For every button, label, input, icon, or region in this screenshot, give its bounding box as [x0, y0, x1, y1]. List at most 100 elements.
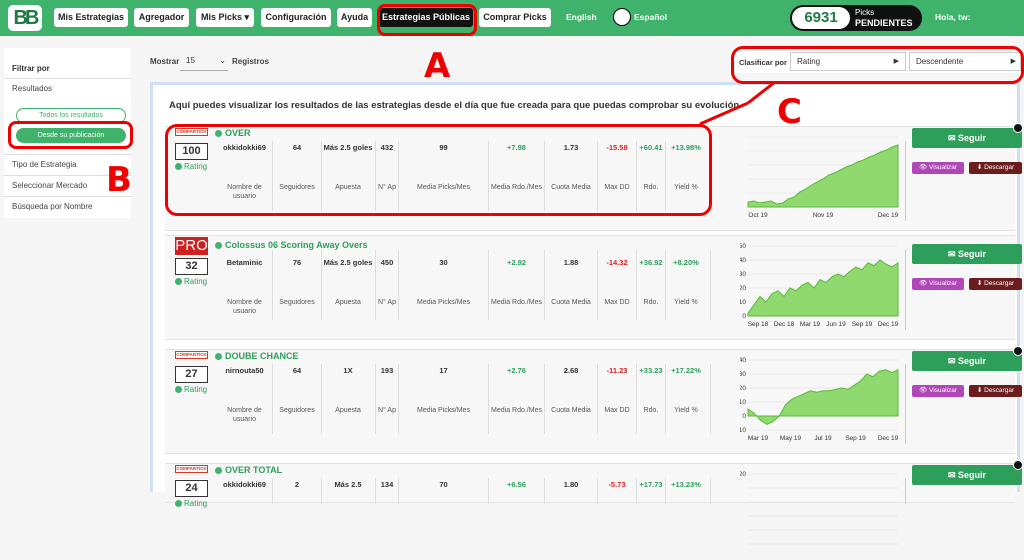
annotation-letter-a: A [424, 46, 451, 86]
chart-x-tick: Nov 19 [813, 212, 834, 219]
header-media-rdo: Media Rdo./Mes [491, 407, 542, 414]
nav-configuracion[interactable]: Configuración [261, 8, 331, 27]
column-divider [597, 478, 598, 504]
strategy-title[interactable]: Colossus 06 Scoring Away Overs [215, 240, 368, 250]
chart-x-tick: Mar 19 [748, 435, 769, 442]
descargar-button[interactable]: ⬇ Descargar [969, 278, 1022, 290]
column-divider [665, 478, 666, 504]
rating-label: Rating [175, 499, 207, 508]
cell-rdo_mes: +2.76 [507, 366, 526, 375]
annotation-box-strategy [165, 124, 712, 216]
user-greeting[interactable]: Hola, tw: [935, 12, 970, 22]
column-divider [544, 364, 545, 434]
check-icon [1013, 460, 1023, 470]
chart-x-tick: Dec 19 [878, 212, 899, 219]
chart-y-tick: -10 [740, 427, 746, 434]
chart-area-series [747, 144, 899, 208]
cell-yield: +13.23% [671, 480, 701, 489]
cell-rdo: +36.92 [639, 258, 663, 267]
cell-rdo_mes: +6.56 [507, 480, 526, 489]
header-max-dd: Max DD [604, 299, 630, 306]
chart-y-tick: 50 [740, 243, 746, 250]
strategy-card: COMPARTICK DOUBE CHANCE 27 Rating nirnouta50… [165, 346, 1023, 454]
chart-x-tick: Dec 19 [878, 435, 899, 442]
column-divider [597, 250, 598, 320]
header-seguidores: Seguidores [279, 299, 315, 306]
cell-max_dd: -11.23 [606, 366, 628, 375]
seguir-button[interactable]: ✉ Seguir [912, 351, 1022, 371]
visualizar-button[interactable]: 👁 Visualizar [912, 278, 964, 290]
strategy-title[interactable]: OVER TOTAL [215, 465, 282, 475]
cell-user[interactable]: Betaminic [217, 258, 272, 268]
column-divider [398, 364, 399, 434]
annotation-box-b [8, 121, 133, 149]
strategy-title[interactable]: DOUBE CHANCE [215, 351, 299, 361]
chart-area-series [747, 369, 899, 425]
chart-x-tick: Dec 18 [774, 321, 795, 328]
filter-resultados[interactable]: Resultados [4, 78, 131, 99]
cell-followers: 76 [292, 258, 302, 267]
cell-cuota: 2.68 [563, 366, 579, 375]
records-per-page-select[interactable]: 15 ⌄ [180, 52, 228, 71]
cell-n_ap: 450 [380, 258, 394, 267]
column-divider [321, 250, 322, 320]
cell-rdo: +17.73 [639, 480, 663, 489]
chart-y-tick: 40 [740, 357, 746, 364]
column-divider [665, 364, 666, 434]
header-apuesta: Apuesta [335, 407, 361, 414]
nav-agregador[interactable]: Agregador [134, 8, 189, 27]
cell-user[interactable]: okkidokki69 [217, 480, 272, 490]
chart-y-tick: 10 [740, 399, 746, 406]
nav-mis-picks[interactable]: Mis Picks ▾ [196, 8, 254, 27]
chart-x-tick: May 19 [780, 435, 802, 442]
nav-comprar-picks[interactable]: Comprar Picks [479, 8, 551, 27]
header-cuota-media: Cuota Media [551, 299, 591, 306]
seguir-button[interactable]: ✉ Seguir [912, 128, 1022, 148]
check-icon [1013, 123, 1023, 133]
annotation-letter-b: B [106, 160, 132, 200]
column-divider [398, 478, 399, 504]
picks-count: 6931 [792, 7, 850, 29]
seguir-button[interactable]: ✉ Seguir [912, 244, 1022, 264]
chart-y-tick: 20 [740, 471, 746, 478]
rating-label: Rating [175, 385, 207, 394]
equity-chart: Sep 18 Dec 18 Mar 19 Jun 19 Sep 19 Dec 19 50 40… [740, 243, 899, 328]
column-divider [544, 478, 545, 504]
chart-x-tick: Sep 18 [748, 321, 769, 328]
chart-y-tick: 40 [740, 257, 746, 264]
header-n-ap: N° Ap [378, 299, 396, 306]
picks-pendientes-badge[interactable]: 6931 Picks PENDIENTES [790, 5, 922, 31]
compartick-badge: COMPARTICK [175, 465, 208, 473]
cell-n_ap: 134 [380, 480, 394, 489]
descargar-button[interactable]: ⬇ Descargar [969, 162, 1022, 174]
header-nombre: Nombre de usuario [227, 299, 262, 315]
column-divider [636, 250, 637, 320]
header-max-dd: Max DD [604, 407, 630, 414]
chart-x-tick: Jul 19 [814, 435, 832, 442]
header-cuota-media: Cuota Media [551, 407, 591, 414]
column-divider [597, 364, 598, 434]
language-toggle[interactable] [613, 8, 631, 26]
header-apuesta: Apuesta [335, 299, 361, 306]
nav-ayuda[interactable]: Ayuda [337, 8, 372, 27]
header-media-picks: Media Picks/Mes [417, 407, 470, 414]
cell-picks_mes: 30 [439, 258, 448, 267]
logo[interactable]: BB [8, 5, 42, 31]
annotation-box-a [377, 4, 477, 36]
nav-mis-estrategias[interactable]: Mis Estrategias [54, 8, 128, 27]
lang-english[interactable]: English [566, 12, 597, 22]
chevron-down-icon: ⌄ [219, 56, 226, 65]
strategy-card: PRO Colossus 06 Scoring Away Overs 32 Ratin… [165, 235, 1022, 340]
descargar-button[interactable]: ⬇ Descargar [969, 385, 1022, 397]
seguir-button[interactable]: ✉ Seguir [912, 465, 1022, 485]
column-divider [272, 250, 273, 320]
lang-espanol[interactable]: Español [634, 12, 667, 22]
visualizar-button[interactable]: 👁 Visualizar [912, 385, 964, 397]
registros-label: Registros [232, 57, 269, 66]
cell-bet: Más 2.5 [334, 480, 362, 489]
visualizar-button[interactable]: 👁 Visualizar [912, 162, 964, 174]
column-divider [636, 364, 637, 434]
column-divider [488, 478, 489, 504]
column-divider [710, 250, 711, 320]
cell-user[interactable]: nirnouta50 [217, 366, 272, 376]
